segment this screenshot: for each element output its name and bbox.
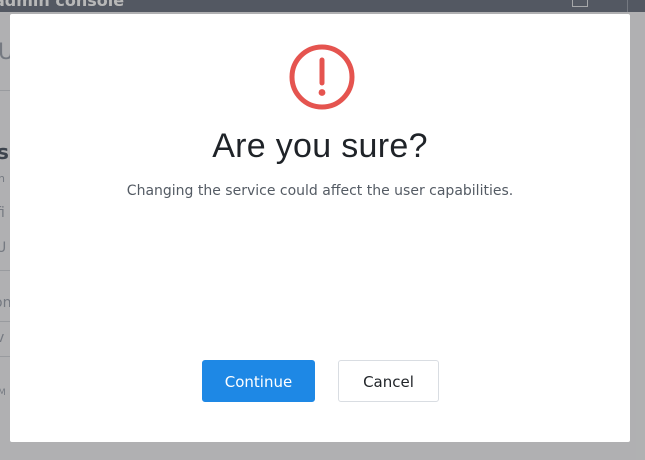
dialog-message: Changing the service could affect the us… [126, 183, 514, 199]
cancel-button[interactable]: Cancel [338, 360, 439, 402]
confirm-dialog: Are you sure? Changing the service could… [10, 14, 630, 442]
continue-button[interactable]: Continue [202, 360, 315, 402]
exclamation-circle-icon [289, 44, 355, 110]
dialog-title: Are you sure? [212, 127, 428, 165]
